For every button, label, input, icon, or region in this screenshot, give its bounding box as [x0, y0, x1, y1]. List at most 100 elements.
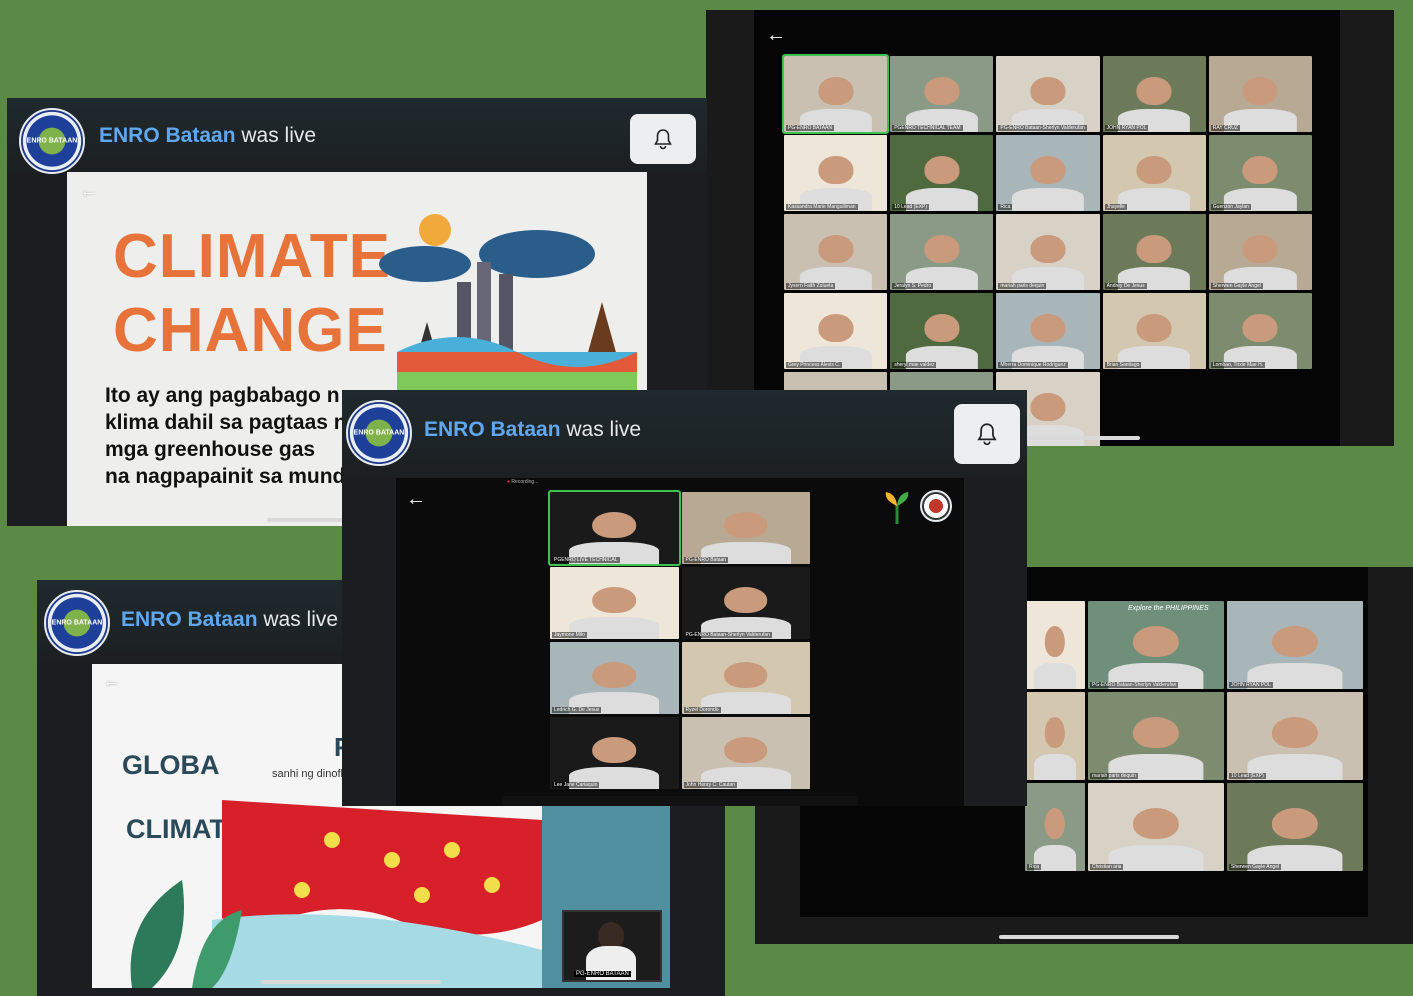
- participant-tile[interactable]: Brian Santiago: [1102, 293, 1206, 369]
- participant-tile[interactable]: John Henry C. Cautan: [681, 717, 810, 789]
- back-arrow-icon[interactable]: ←: [79, 180, 99, 203]
- participant-tile[interactable]: PGENRO TECHNICAL TEAM: [890, 56, 994, 132]
- participant-head: [1030, 235, 1066, 263]
- page-name-link[interactable]: ENRO Bataan: [99, 124, 236, 147]
- participant-tile[interactable]: Sherwen Gayle Angel: [1208, 214, 1312, 290]
- slide-title: CLIMATE CHANGE: [113, 222, 391, 365]
- back-arrow-icon[interactable]: ←: [766, 24, 786, 47]
- participant-tile[interactable]: Rica: [996, 135, 1100, 211]
- back-arrow-icon[interactable]: ←: [406, 488, 426, 511]
- participant-name: PG-ENRO Bataan-Sherlyn Valderufan: [998, 125, 1087, 131]
- participant-name: Christian aria: [1090, 864, 1124, 870]
- participant-name: John Henry C. Cautan: [683, 782, 737, 788]
- participant-head: [592, 587, 637, 614]
- participant-tile[interactable]: Guenzon Jaylan: [1208, 135, 1312, 211]
- page-name-link[interactable]: ENRO Bataan: [121, 608, 258, 631]
- enro-logo-icon: ENRO BATAAN: [19, 108, 85, 174]
- participant-tile[interactable]: PG-ENRO Bataan-Sherlyn Valderufan: [996, 56, 1100, 132]
- participant-head: [1242, 235, 1278, 263]
- participant-tile[interactable]: RAY CRUZ: [1208, 56, 1312, 132]
- enro-logo-icon: ENRO BATAAN: [346, 400, 412, 466]
- notification-bell-button[interactable]: [954, 404, 1020, 464]
- participant-name: Ledrich G. De Jesus: [552, 707, 602, 713]
- participant-tile[interactable]: JOHN RYAN POL: [1102, 56, 1206, 132]
- participant-tile[interactable]: Grey Princess Alexis C.: [784, 293, 888, 369]
- participant-tile[interactable]: Rica: [1025, 783, 1085, 871]
- participant-name: JOHN RYAN POL: [1104, 125, 1149, 131]
- participant-tile[interactable]: Mherra Dominique Rodriguez: [996, 293, 1100, 369]
- notification-bell-button[interactable]: [630, 114, 696, 164]
- participant-head: [723, 737, 768, 764]
- participant-tile[interactable]: Jaymone Milo: [550, 567, 679, 639]
- participant-head: [1136, 314, 1172, 342]
- participant-head: [924, 314, 960, 342]
- participant-body: [1034, 662, 1076, 689]
- participant-name: Rica: [1027, 864, 1042, 870]
- participant-tile[interactable]: Jhayelle: [1102, 135, 1206, 211]
- page-name-link[interactable]: ENRO Bataan: [424, 418, 561, 441]
- tile-banner: Explore the PHILIPPINES: [1128, 605, 1209, 612]
- participant-head: [1044, 716, 1066, 749]
- seal-logo-icon: [920, 490, 952, 522]
- participant-tile[interactable]: Ledrich G. De Jesus: [550, 642, 679, 714]
- participant-tile[interactable]: [1025, 601, 1085, 689]
- participant-name: Lombao, Trixie Mae H.: [1210, 362, 1266, 368]
- participant-tile[interactable]: 10 Lead (EXP): [1227, 692, 1363, 780]
- participant-body: [1011, 188, 1085, 211]
- back-arrow-icon[interactable]: ←: [102, 670, 122, 693]
- participant-head: [592, 662, 637, 689]
- sponsor-plant-icon: [885, 492, 909, 524]
- participant-tile[interactable]: [1025, 692, 1085, 780]
- participant-tile[interactable]: Andrey De Jesus: [1102, 214, 1206, 290]
- recording-indicator: ● Recording...: [507, 479, 539, 485]
- participant-tile[interactable]: mariah paris dequin: [1088, 692, 1224, 780]
- zoom-grid-panel-top-right: ← PG-ENRO BATAAN PGENRO TECHNICAL TEAM PG-…: [706, 10, 1394, 446]
- participant-tile[interactable]: PG-ENRO Bataan-Sherlyn Valderufan Explore…: [1088, 601, 1224, 689]
- participant-head: [1271, 625, 1319, 658]
- participant-body: [1118, 188, 1191, 211]
- participant-head: [1044, 807, 1066, 840]
- participant-head: [723, 512, 768, 539]
- participant-name: mariah paris dequin: [998, 283, 1047, 289]
- home-indicator: [261, 980, 441, 984]
- participant-tile[interactable]: 10 Lead (EXP): [890, 135, 994, 211]
- participant-head: [1242, 314, 1278, 342]
- participant-name: Rica: [998, 204, 1013, 210]
- participant-tile[interactable]: Jeralyn S. Pedro: [890, 214, 994, 290]
- participant-head: [1136, 156, 1172, 184]
- participant-tile[interactable]: Jysern Faith Zulueta: [784, 214, 888, 290]
- slide-body-line: klima dahil sa pagtaas n: [105, 411, 347, 434]
- participant-tile[interactable]: PG-ENRO Bataan-Sherlyn Valderufan: [681, 567, 810, 639]
- participant-name: Jysern Faith Zulueta: [786, 283, 836, 289]
- participant-head: [592, 737, 637, 764]
- participant-name: Guenzon Jaylan: [1210, 204, 1251, 210]
- participant-head: [1132, 716, 1180, 749]
- home-indicator: [1028, 436, 1140, 440]
- participant-tile[interactable]: PGENRO LIVE TECHNICAL: [548, 490, 681, 566]
- participant-grid: PG-ENRO BATAAN PGENRO TECHNICAL TEAM PG-EN…: [781, 54, 1312, 446]
- participant-tile[interactable]: PG-ENRO BATAAN: [781, 54, 890, 134]
- post-header: ENRO BATAAN ENRO Bataan was live: [7, 98, 707, 174]
- participant-name: PG-ENRO BATAAN: [786, 125, 834, 131]
- participant-tile[interactable]: Ryzel Dorondo: [681, 642, 810, 714]
- participant-name: PGENRO LIVE TECHNICAL: [552, 557, 620, 563]
- participant-tile[interactable]: Lee Jane Cariaquin: [550, 717, 679, 789]
- participant-head: [1030, 314, 1066, 342]
- post-title: ENRO Bataan was live: [121, 608, 338, 632]
- participant-tile[interactable]: mariah paris dequin: [996, 214, 1100, 290]
- slide-body-line: na nagpapainit sa mund: [105, 465, 346, 488]
- participant-tile[interactable]: JOHN RYAN POL: [1227, 601, 1363, 689]
- participant-tile[interactable]: sheryl mae valdez: [890, 293, 994, 369]
- participant-tile[interactable]: PG-ENRO Bataan: [681, 492, 810, 564]
- meeting-toolbar[interactable]: [502, 796, 858, 806]
- participant-grid: PG-ENRO Bataan-Sherlyn Valderufan Explore…: [1025, 601, 1367, 871]
- slide-word-global: GLOBA: [122, 750, 220, 780]
- participant-tile[interactable]: Kassandra Marie Manguiliman: [784, 135, 888, 211]
- live-post-panel-zoom-center: ENRO BATAAN ENRO Bataan was live ← ● Rec…: [342, 390, 1027, 806]
- participant-tile[interactable]: Christian aria: [1088, 783, 1224, 871]
- participant-grid: PGENRO LIVE TECHNICAL PG-ENRO Bataan Jaymo…: [548, 490, 810, 789]
- participant-head: [818, 314, 854, 342]
- participant-tile[interactable]: Sherwen Gayle Angel: [1227, 783, 1363, 871]
- participant-name: PGENRO TECHNICAL TEAM: [892, 125, 963, 131]
- participant-tile[interactable]: Lombao, Trixie Mae H.: [1208, 293, 1312, 369]
